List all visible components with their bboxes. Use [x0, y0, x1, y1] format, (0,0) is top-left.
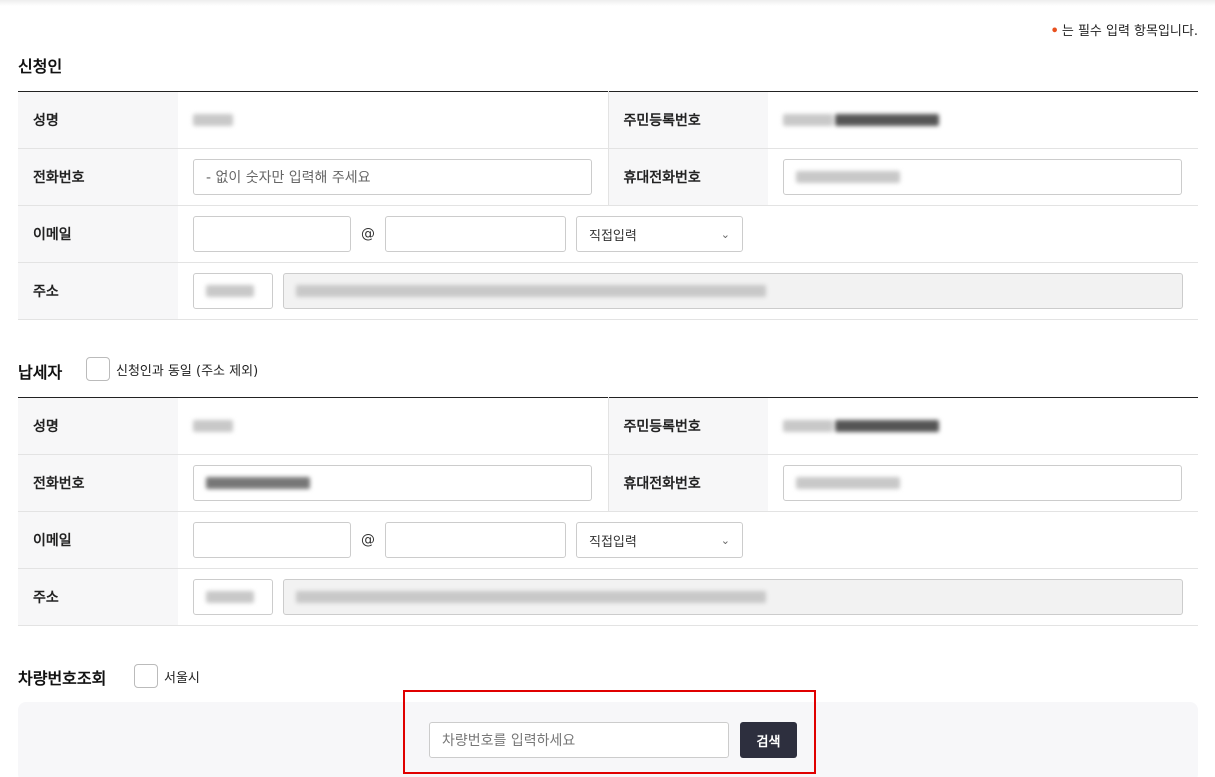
taxpayer-mobile-cell — [768, 454, 1198, 512]
required-note-text: 는 필수 입력 항목입니다. — [1061, 24, 1198, 39]
applicant-email-label: 이메일 — [18, 205, 178, 263]
applicant-address-label: 주소 — [18, 262, 178, 320]
email-at-sign: @ — [361, 532, 375, 548]
masked-mobile — [796, 171, 900, 183]
vehicle-search-button[interactable]: 검색 — [740, 722, 797, 758]
applicant-section-title: 신청인 — [18, 57, 63, 76]
seoul-label: 서울시 — [164, 670, 200, 686]
masked-phone — [206, 477, 310, 489]
applicant-phone-cell: - 없이 숫자만 입력해 주세요 — [178, 148, 608, 206]
top-shadow — [0, 0, 1215, 6]
taxpayer-email-row: @ 직접입력 ⌄ — [193, 522, 1183, 558]
taxpayer-rrn-value — [768, 397, 1198, 455]
taxpayer-row-address: 주소 — [18, 568, 1198, 626]
applicant-rrn-value — [768, 91, 1198, 149]
taxpayer-phone-input[interactable] — [193, 465, 592, 501]
masked-name — [193, 420, 233, 432]
required-dot: • — [1050, 24, 1059, 39]
taxpayer-rrn-label: 주민등록번호 — [607, 397, 768, 455]
applicant-row-email: 이메일 @ 직접입력 ⌄ — [18, 205, 1198, 263]
taxpayer-address-cell — [178, 568, 1198, 626]
taxpayer-zip-input[interactable] — [193, 579, 273, 615]
taxpayer-section-title: 납세자 — [18, 363, 63, 382]
masked-rrn-front — [783, 114, 833, 126]
masked-rrn-front — [783, 420, 833, 432]
taxpayer-name-label: 성명 — [18, 397, 178, 455]
applicant-email-cell: @ 직접입력 ⌄ — [178, 205, 1198, 263]
same-as-applicant-label: 신청인과 동일 (주소 제외) — [116, 363, 259, 379]
masked-address — [296, 285, 766, 297]
taxpayer-address-row — [193, 579, 1183, 615]
applicant-mobile-cell — [768, 148, 1198, 206]
vehicle-number-input[interactable]: 차량번호를 입력하세요 — [429, 722, 729, 758]
same-as-applicant-checkbox-group[interactable]: 신청인과 동일 (주소 제외) — [86, 357, 258, 381]
taxpayer-address-input[interactable] — [283, 579, 1183, 615]
taxpayer-row-name: 성명 주민등록번호 — [18, 397, 1198, 455]
required-note: • 는 필수 입력 항목입니다. — [1051, 20, 1198, 39]
applicant-email-domain-input[interactable] — [385, 216, 566, 252]
applicant-mobile-input[interactable] — [783, 159, 1182, 195]
same-as-applicant-checkbox[interactable] — [86, 357, 110, 381]
select-value: 직접입력 — [589, 534, 637, 550]
taxpayer-row-phone: 전화번호 휴대전화번호 — [18, 454, 1198, 512]
applicant-phone-label: 전화번호 — [18, 148, 178, 206]
taxpayer-email-domain-select[interactable]: 직접입력 ⌄ — [576, 522, 743, 558]
applicant-rrn-label: 주민등록번호 — [607, 91, 768, 149]
taxpayer-email-label: 이메일 — [18, 511, 178, 569]
taxpayer-email-domain-input[interactable] — [385, 522, 566, 558]
taxpayer-mobile-label: 휴대전화번호 — [607, 454, 768, 512]
taxpayer-phone-cell — [178, 454, 608, 512]
seoul-checkbox[interactable] — [134, 664, 158, 688]
chevron-down-icon: ⌄ — [720, 227, 730, 241]
applicant-name-value — [178, 91, 608, 149]
taxpayer-phone-label: 전화번호 — [18, 454, 178, 512]
chevron-down-icon: ⌄ — [720, 533, 730, 547]
email-at-sign: @ — [361, 226, 375, 242]
applicant-email-id-input[interactable] — [193, 216, 351, 252]
taxpayer-table: 성명 주민등록번호 전화번호 휴대전화번호 이메일 @ 직접입력 ⌄ 주소 — [18, 397, 1198, 626]
applicant-row-address: 주소 — [18, 262, 1198, 320]
applicant-table: 성명 주민등록번호 전화번호 - 없이 숫자만 입력해 주세요 휴대전화번호 이… — [18, 91, 1198, 320]
applicant-zip-input[interactable] — [193, 273, 273, 309]
select-value: 직접입력 — [589, 228, 637, 244]
applicant-name-label: 성명 — [18, 91, 178, 149]
applicant-phone-input[interactable]: - 없이 숫자만 입력해 주세요 — [193, 159, 592, 195]
taxpayer-mobile-input[interactable] — [783, 465, 1182, 501]
applicant-row-phone: 전화번호 - 없이 숫자만 입력해 주세요 휴대전화번호 — [18, 148, 1198, 206]
masked-name — [193, 114, 233, 126]
seoul-checkbox-group[interactable]: 서울시 — [134, 664, 200, 688]
taxpayer-email-id-input[interactable] — [193, 522, 351, 558]
masked-address — [296, 591, 766, 603]
taxpayer-address-label: 주소 — [18, 568, 178, 626]
applicant-address-cell — [178, 262, 1198, 320]
taxpayer-row-email: 이메일 @ 직접입력 ⌄ — [18, 511, 1198, 569]
masked-zip — [206, 285, 254, 297]
applicant-email-row: @ 직접입력 ⌄ — [193, 216, 1183, 252]
applicant-row-name: 성명 주민등록번호 — [18, 91, 1198, 149]
taxpayer-email-cell: @ 직접입력 ⌄ — [178, 511, 1198, 569]
masked-rrn-back — [835, 114, 939, 126]
applicant-address-row — [193, 273, 1183, 309]
taxpayer-name-value — [178, 397, 608, 455]
masked-rrn-back — [835, 420, 939, 432]
applicant-email-domain-select[interactable]: 직접입력 ⌄ — [576, 216, 743, 252]
vehicle-section-title: 차량번호조회 — [18, 669, 107, 688]
applicant-address-input[interactable] — [283, 273, 1183, 309]
masked-zip — [206, 591, 254, 603]
applicant-mobile-label: 휴대전화번호 — [607, 148, 768, 206]
masked-mobile — [796, 477, 900, 489]
